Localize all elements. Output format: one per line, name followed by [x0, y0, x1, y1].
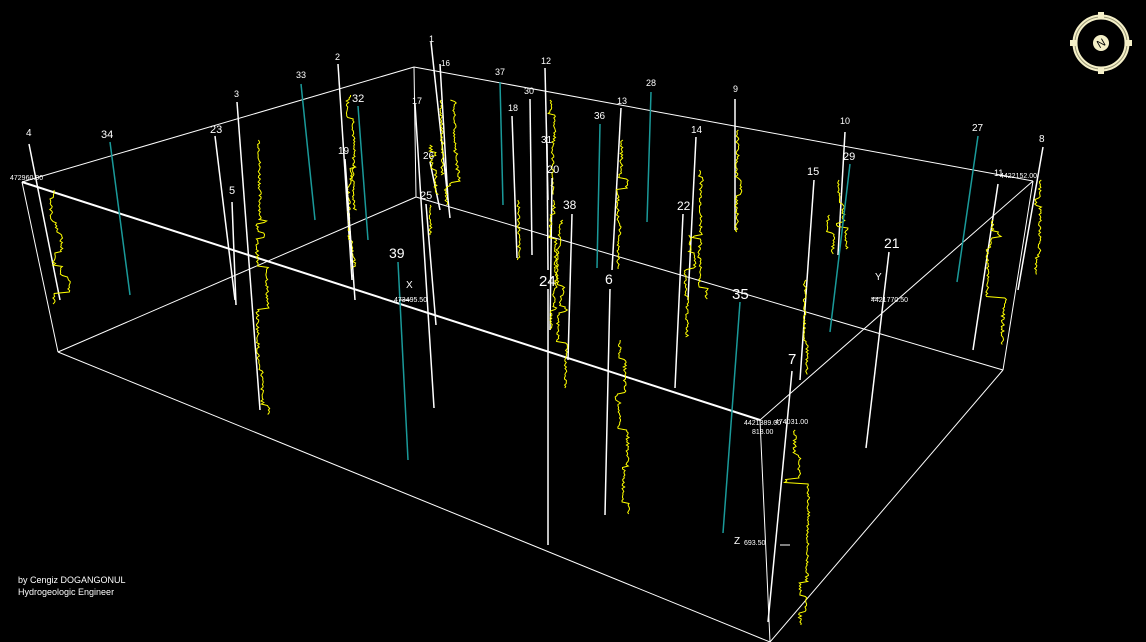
wells-group — [28, 41, 1044, 626]
well-label-29[interactable]: 29 — [843, 151, 855, 163]
well-27-bore — [956, 135, 979, 283]
well-4-log-trace — [48, 189, 71, 305]
well-label-35[interactable]: 35 — [732, 286, 749, 303]
y-axis-value: 4421770.50 — [871, 297, 908, 304]
well-3-bore — [236, 101, 261, 411]
well-label-1[interactable]: 1 — [429, 34, 434, 44]
well-label-5[interactable]: 5 — [229, 185, 235, 197]
well-label-12[interactable]: 12 — [541, 56, 551, 66]
well-7-bore — [767, 370, 793, 623]
x-axis-label: X — [406, 280, 413, 291]
well-7-log-trace — [782, 429, 811, 626]
3d-well-viewport[interactable]: 1234567891011121314151819202122232425262… — [0, 0, 1146, 642]
well-label-30[interactable]: 30 — [524, 86, 534, 96]
y-axis-label: Y — [875, 272, 882, 283]
well-label-2[interactable]: 2 — [335, 52, 340, 62]
well-label-17[interactable]: 17 — [412, 96, 422, 106]
north-arrow-compass-icon[interactable]: N — [1066, 8, 1136, 78]
well-label-9[interactable]: 9 — [733, 84, 738, 94]
well-18-log-trace — [516, 199, 521, 261]
well-6-log-trace — [614, 339, 630, 515]
well-labels: 1234567891011121314151819202122232425262… — [26, 34, 1045, 368]
well-28-bore — [646, 91, 652, 223]
well-label-14[interactable]: 14 — [691, 125, 703, 136]
well-30-bore — [529, 98, 533, 256]
well-label-15[interactable]: 15 — [807, 166, 819, 178]
well-label-8[interactable]: 8 — [1039, 134, 1045, 145]
well-label-10[interactable]: 10 — [840, 116, 850, 126]
z-axis-label: Z — [734, 536, 740, 547]
z-axis-value: 693.50 — [744, 540, 766, 547]
well-label-27[interactable]: 27 — [972, 123, 984, 134]
well-label-37[interactable]: 37 — [495, 67, 505, 77]
well-label-28[interactable]: 28 — [646, 78, 656, 88]
well-31-bore — [546, 143, 549, 271]
well-4-bore — [28, 143, 61, 301]
well-2-bore — [337, 63, 353, 281]
credit-author: by Cengiz DOGANGONUL — [18, 575, 126, 585]
front-corner-value-2: 474031.00 — [775, 419, 808, 426]
well-29-log-trace — [825, 214, 836, 255]
well-38-bore — [567, 213, 573, 361]
well-label-6[interactable]: 6 — [605, 271, 613, 287]
well-label-22[interactable]: 22 — [677, 199, 691, 213]
well-label-24[interactable]: 24 — [539, 273, 556, 290]
well-label-25[interactable]: 25 — [420, 190, 432, 202]
well-19-log-trace — [351, 164, 357, 211]
well-label-19[interactable]: 19 — [338, 146, 350, 157]
author-credit: by Cengiz DOGANGONUL Hydrogeologic Engin… — [18, 574, 126, 598]
well-label-16[interactable]: 16 — [441, 59, 450, 68]
well-20-bore — [549, 177, 553, 331]
well-label-23[interactable]: 23 — [210, 124, 222, 136]
well-label-7[interactable]: 7 — [788, 351, 796, 368]
corner-right-value: 4422152.00 — [1000, 173, 1037, 180]
credit-role: Hydrogeologic Engineer — [18, 587, 115, 597]
well-label-26[interactable]: 26 — [423, 151, 435, 162]
well-25-log-trace — [428, 204, 433, 236]
well-14-bore — [687, 136, 697, 301]
well-label-3[interactable]: 3 — [234, 89, 239, 99]
well-label-4[interactable]: 4 — [26, 128, 32, 139]
well-label-18[interactable]: 18 — [508, 103, 518, 113]
well-22-log-trace — [683, 234, 697, 338]
well-39-bore — [397, 261, 409, 461]
well-6-bore — [604, 288, 611, 516]
well-label-38[interactable]: 38 — [563, 198, 577, 212]
well-label-21[interactable]: 21 — [884, 235, 900, 251]
well-18-bore — [511, 115, 518, 259]
well-36-bore — [596, 123, 601, 269]
well-label-33[interactable]: 33 — [296, 70, 306, 80]
well-38-log-trace — [555, 219, 569, 389]
well-label-34[interactable]: 34 — [101, 129, 113, 141]
well-8-bore — [1017, 146, 1044, 291]
well-35-bore — [722, 301, 741, 534]
corner-left-value: 472960.00 — [10, 175, 43, 182]
well-14-log-trace — [691, 169, 709, 300]
well-label-39[interactable]: 39 — [389, 245, 405, 261]
bounding-box — [21, 66, 1034, 642]
well-8-log-trace — [1033, 179, 1043, 275]
well-label-32[interactable]: 32 — [352, 93, 364, 105]
well-9-log-trace — [734, 129, 743, 233]
front-corner-value-3: 813.00 — [752, 429, 774, 436]
well-11-bore — [972, 183, 999, 351]
well-15-log-trace — [802, 279, 809, 375]
well-34-bore — [109, 141, 131, 296]
x-axis-value: 473495.50 — [394, 297, 427, 304]
well-label-20[interactable]: 20 — [547, 164, 559, 176]
well-33-bore — [300, 83, 316, 221]
well-22-bore — [674, 213, 684, 389]
well-37-bore — [499, 81, 504, 206]
well-11-log-trace — [985, 219, 1008, 345]
well-label-13[interactable]: 13 — [617, 96, 627, 106]
well-label-36[interactable]: 36 — [594, 111, 606, 122]
well-label-31[interactable]: 31 — [541, 135, 553, 146]
well-19-bore — [344, 158, 356, 301]
